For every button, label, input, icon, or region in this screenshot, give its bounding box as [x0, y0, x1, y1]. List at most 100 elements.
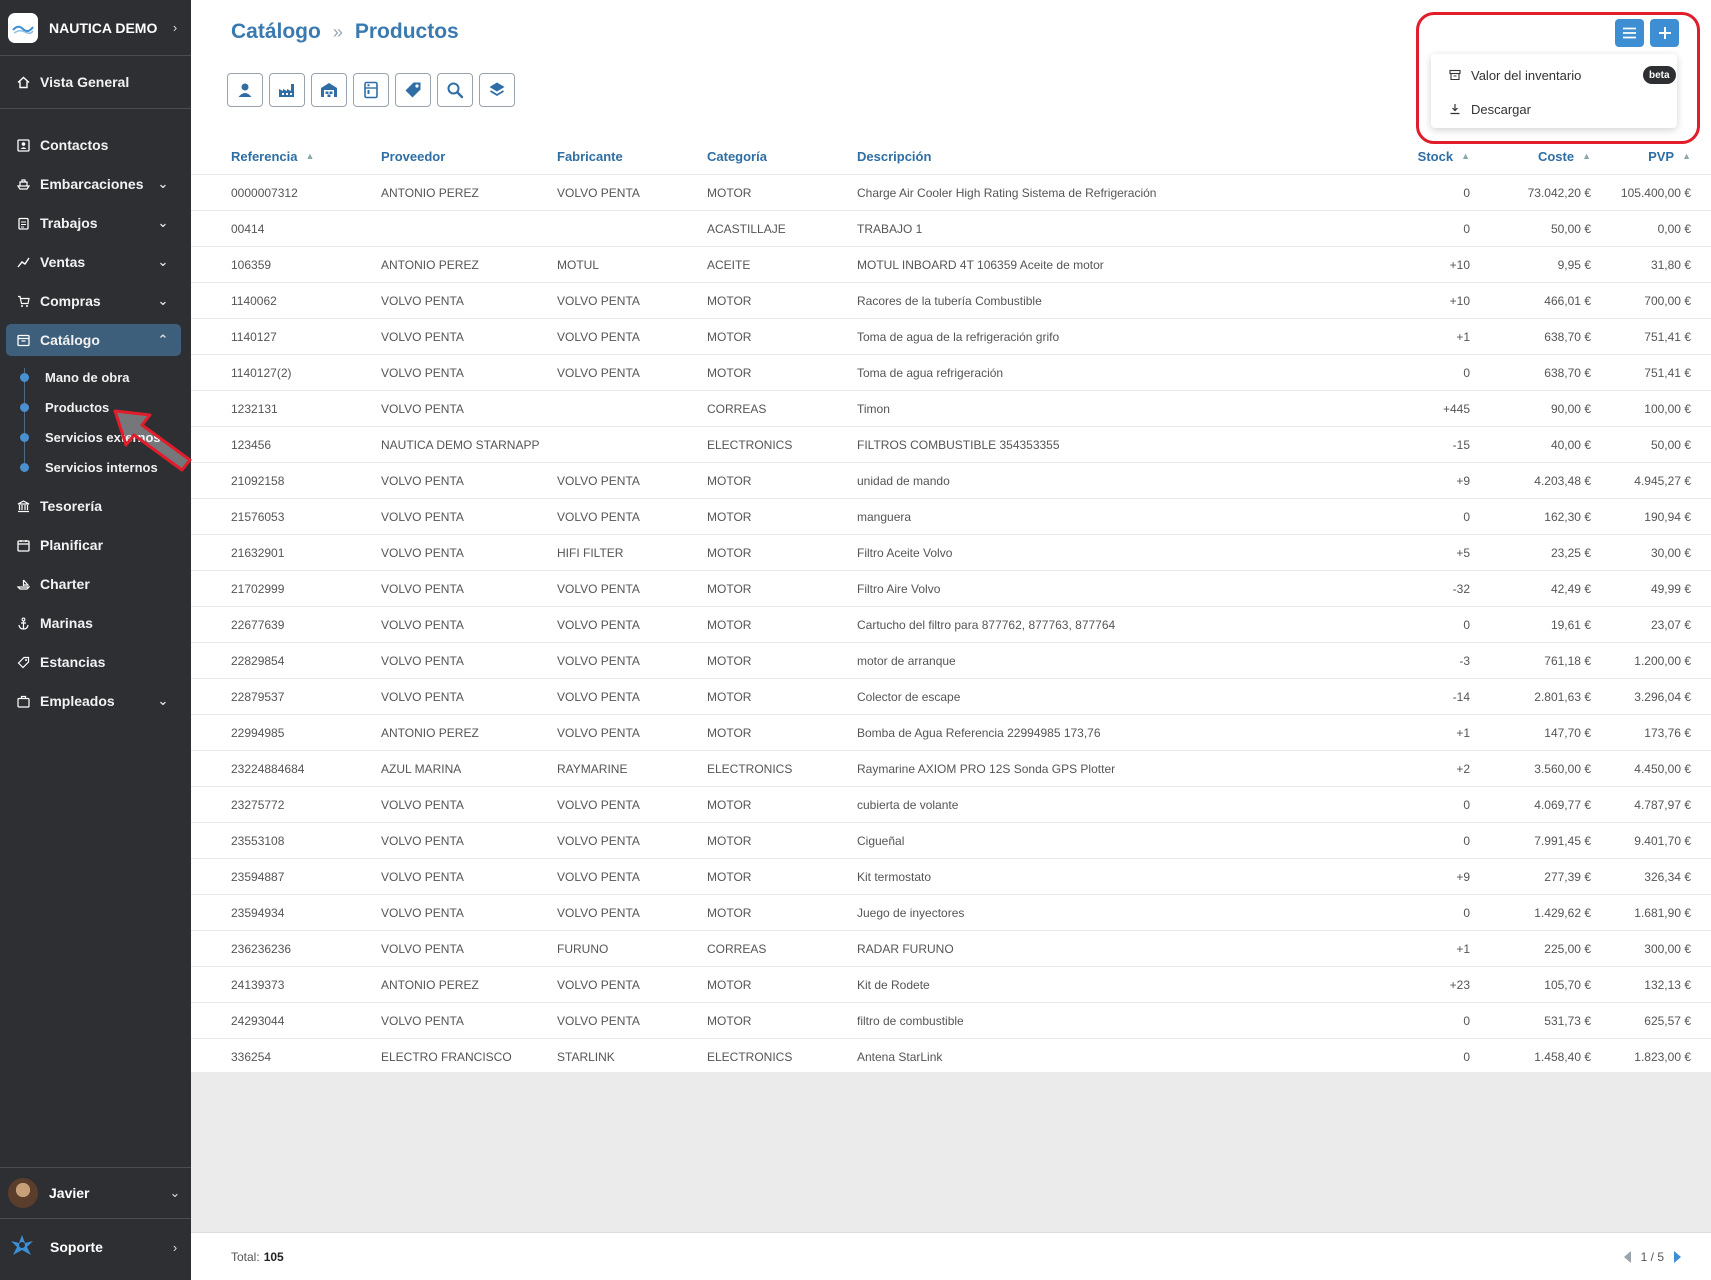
cell-fabricante: VOLVO PENTA — [557, 978, 640, 992]
tag-icon — [405, 82, 421, 98]
column-header-proveedor[interactable]: Proveedor — [381, 146, 445, 166]
table-row[interactable]: 1232131 VOLVO PENTA CORREAS Timon +445 90,00 … — [191, 390, 1711, 426]
column-header-pvp[interactable]: PVP ▲ — [1521, 146, 1691, 166]
table-row[interactable]: 24293044 VOLVO PENTA VOLVO PENTA MOTOR filtr… — [191, 1002, 1711, 1038]
support-link[interactable]: Soporte › — [0, 1222, 191, 1272]
nav-trabajos[interactable]: Trabajos ⌄ — [6, 207, 181, 239]
table-row[interactable]: 336254 ELECTRO FRANCISCO STARLINK ELECTRONI… — [191, 1038, 1711, 1074]
group-filter-button[interactable] — [479, 73, 515, 107]
subnav-mano-de-obra[interactable]: Mano de obra — [20, 365, 130, 389]
cell-descripcion: Kit termostato — [857, 870, 932, 884]
subnav-productos[interactable]: Productos — [20, 395, 109, 419]
cell-pvp: 1.200,00 € — [1634, 654, 1691, 668]
table-row[interactable]: 22677639 VOLVO PENTA VOLVO PENTA MOTOR Cartu… — [191, 606, 1711, 642]
table-row[interactable]: 23553108 VOLVO PENTA VOLVO PENTA MOTOR Cigue… — [191, 822, 1711, 858]
bullet-icon — [20, 372, 29, 382]
nav-catalogo[interactable]: Catálogo ⌃ — [6, 324, 181, 356]
cell-pvp: 190,94 € — [1644, 510, 1691, 524]
warehouse-filter-button[interactable] — [311, 73, 347, 107]
nav-label: Tesorería — [40, 498, 102, 514]
prev-page-icon[interactable] — [1623, 1251, 1631, 1263]
table-row[interactable]: 23275772 VOLVO PENTA VOLVO PENTA MOTOR cubie… — [191, 786, 1711, 822]
nav-contactos[interactable]: Contactos — [6, 129, 181, 161]
brand-logo — [8, 12, 38, 43]
column-header-referencia[interactable]: Referencia ▲ — [231, 146, 314, 166]
cell-pvp: 1.681,90 € — [1634, 906, 1691, 920]
annotation-highlight — [1416, 12, 1700, 144]
nav-ventas[interactable]: Ventas ⌄ — [6, 246, 181, 278]
cell-pvp: 4.787,97 € — [1634, 798, 1691, 812]
table-row[interactable]: 00414 ACASTILLAJE TRABAJO 1 0 50,00 €0,00 € — [191, 210, 1711, 246]
cell-categoria: MOTOR — [707, 186, 752, 200]
cell-categoria: ELECTRONICS — [707, 1050, 793, 1064]
table-row[interactable]: 23224884684 AZUL MARINA RAYMARINE ELECTRONI… — [191, 750, 1711, 786]
cell-descripcion: Filtro Aceite Volvo — [857, 546, 953, 560]
cell-categoria: MOTOR — [707, 654, 752, 668]
nav-compras[interactable]: Compras ⌄ — [6, 285, 181, 317]
boat-icon — [16, 177, 30, 191]
cell-referencia: 23553108 — [231, 834, 285, 848]
layers-icon — [489, 82, 505, 97]
cell-pvp: 700,00 € — [1644, 294, 1691, 308]
cell-referencia: 1140062 — [231, 294, 277, 308]
supplier-filter-button[interactable] — [227, 73, 263, 107]
table-row[interactable]: 21632901 VOLVO PENTA HIFI FILTER MOTOR Filtr… — [191, 534, 1711, 570]
table-row[interactable]: 22879537 VOLVO PENTA VOLVO PENTA MOTOR Colec… — [191, 678, 1711, 714]
table-row[interactable]: 22829854 VOLVO PENTA VOLVO PENTA MOTOR motor… — [191, 642, 1711, 678]
table-row[interactable]: 21092158 VOLVO PENTA VOLVO PENTA MOTOR unida… — [191, 462, 1711, 498]
filter-toolbar — [227, 73, 515, 107]
nav-vista-general[interactable]: Vista General — [6, 66, 181, 98]
nav-empleados[interactable]: Empleados ⌄ — [6, 685, 181, 717]
cell-pvp: 132,13 € — [1644, 978, 1691, 992]
user-menu[interactable]: Javier ⌄ — [0, 1167, 191, 1219]
category-filter-button[interactable] — [395, 73, 431, 107]
column-header-label: PVP — [1648, 148, 1675, 164]
table-row[interactable]: 23594887 VOLVO PENTA VOLVO PENTA MOTOR Kit t… — [191, 858, 1711, 894]
table-row[interactable]: 21702999 VOLVO PENTA VOLVO PENTA MOTOR Filtr… — [191, 570, 1711, 606]
chart-icon — [16, 255, 30, 269]
column-header-categoria[interactable]: Categoría — [707, 146, 767, 166]
cell-descripcion: FILTROS COMBUSTIBLE 354353355 — [857, 438, 1060, 452]
cell-pvp: 0,00 € — [1657, 222, 1691, 236]
manufacturer-filter-button[interactable] — [269, 73, 305, 107]
brand-switcher[interactable]: NAUTICA DEMO › — [0, 0, 191, 56]
table-row[interactable]: 0000007312 ANTONIO PEREZ VOLVO PENTA MOTOR C… — [191, 174, 1711, 210]
nav-estancias[interactable]: Estancias — [6, 646, 181, 678]
table-row[interactable]: 123456 NAUTICA DEMO STARNAPP ELECTRONICS FI… — [191, 426, 1711, 462]
column-header-fabricante[interactable]: Fabricante — [557, 146, 623, 166]
chevron-down-icon: ⌄ — [157, 293, 169, 308]
table-row[interactable]: 22994985 ANTONIO PEREZ VOLVO PENTA MOTOR Bom… — [191, 714, 1711, 750]
table-row[interactable]: 24139373 ANTONIO PEREZ VOLVO PENTA MOTOR Kit… — [191, 966, 1711, 1002]
cell-pvp: 4.945,27 € — [1634, 474, 1691, 488]
cell-proveedor: VOLVO PENTA — [381, 1014, 464, 1028]
nav-label: Marinas — [40, 615, 93, 631]
breadcrumb-parent[interactable]: Catálogo — [231, 20, 321, 44]
cell-descripcion: motor de arranque — [857, 654, 956, 668]
nav-planificar[interactable]: Planificar — [6, 529, 181, 561]
location-filter-button[interactable] — [353, 73, 389, 107]
table-row[interactable]: 21576053 VOLVO PENTA VOLVO PENTA MOTOR mangu… — [191, 498, 1711, 534]
table-row[interactable]: 23594934 VOLVO PENTA VOLVO PENTA MOTOR Juego… — [191, 894, 1711, 930]
nav-marinas[interactable]: Marinas — [6, 607, 181, 639]
nav-charter[interactable]: Charter — [6, 568, 181, 600]
next-page-icon[interactable] — [1674, 1251, 1681, 1263]
factory-icon — [279, 84, 294, 97]
column-header-descripcion[interactable]: Descripción — [857, 146, 931, 166]
table-row[interactable]: 106359 ANTONIO PEREZ MOTUL ACEITE MOTUL INBO… — [191, 246, 1711, 282]
table-row[interactable]: 1140062 VOLVO PENTA VOLVO PENTA MOTOR Racore… — [191, 282, 1711, 318]
cell-referencia: 21092158 — [231, 474, 285, 488]
cell-fabricante: VOLVO PENTA — [557, 582, 640, 596]
nav-tesoreria[interactable]: Tesorería — [6, 490, 181, 522]
cell-fabricante: VOLVO PENTA — [557, 654, 640, 668]
nav-label: Vista General — [40, 74, 130, 90]
table-row[interactable]: 1140127(2) VOLVO PENTA VOLVO PENTA MOTOR Tom… — [191, 354, 1711, 390]
table-row[interactable]: 236236236 VOLVO PENTA FURUNO CORREAS RADAR F… — [191, 930, 1711, 966]
cell-referencia: 23224884684 — [231, 762, 305, 776]
support-label: Soporte — [50, 1239, 103, 1255]
pagination: 1 / 5 — [1623, 1233, 1681, 1280]
cell-proveedor: ELECTRO FRANCISCO — [381, 1050, 512, 1064]
nav-embarcaciones[interactable]: Embarcaciones ⌄ — [6, 168, 181, 200]
search-button[interactable] — [437, 73, 473, 107]
cell-categoria: MOTOR — [707, 1014, 752, 1028]
table-row[interactable]: 1140127 VOLVO PENTA VOLVO PENTA MOTOR Toma d… — [191, 318, 1711, 354]
